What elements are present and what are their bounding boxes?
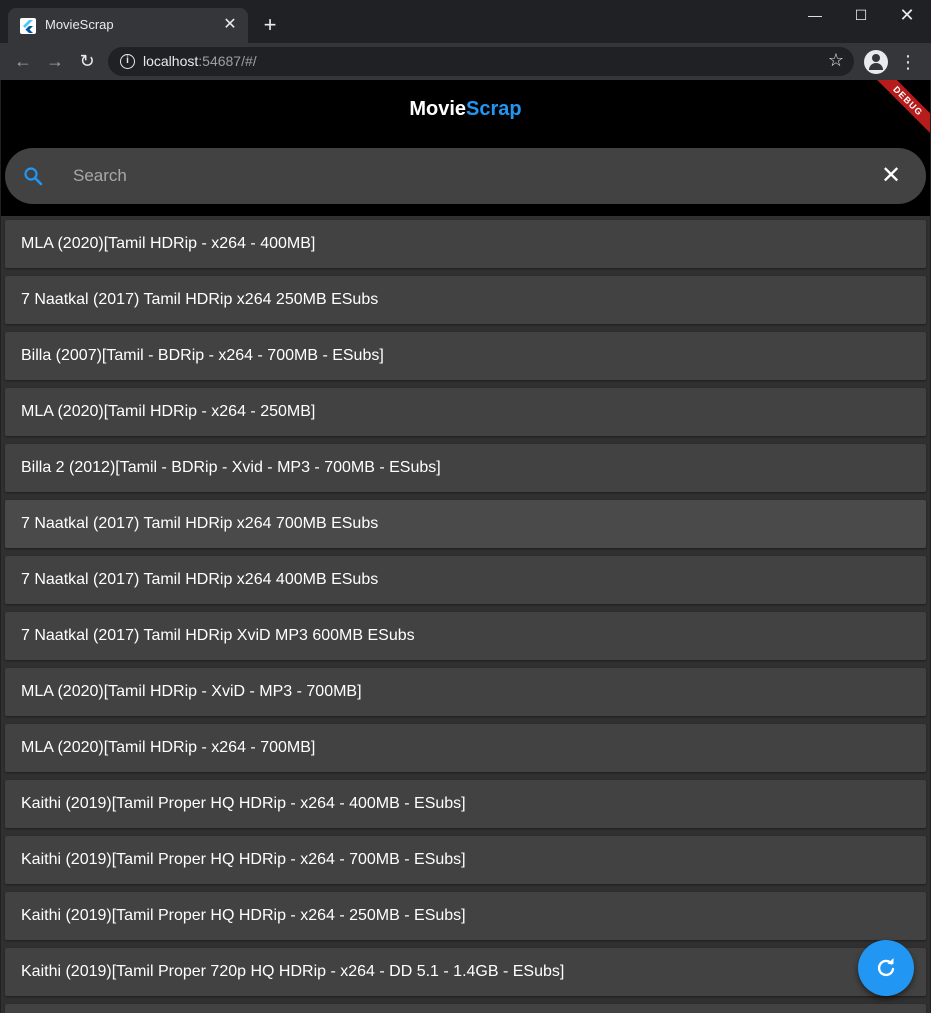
list-item[interactable]: 7 Naatkal (2017) Tamil HDRip x264 250MB …: [5, 276, 926, 324]
tab-strip: MovieScrap ✕ + — ☐ ✕: [0, 0, 931, 43]
list-item[interactable]: Kaithi (2019)[Tamil Proper HQ HDRip - x2…: [5, 892, 926, 940]
search-bar: ✕: [5, 148, 926, 204]
app-title: MovieScrap: [1, 98, 930, 121]
window-close-icon[interactable]: ✕: [884, 0, 930, 32]
app-viewport: MovieScrap DEBUG ✕ MLA (2020)[Tamil HDRi…: [1, 80, 930, 1013]
refresh-button[interactable]: [858, 940, 914, 996]
address-bar[interactable]: i localhost:54687/#/ ☆: [108, 47, 854, 76]
url-path: :54687/#/: [198, 53, 257, 69]
list-item[interactable]: Kaithi (2019)[Tamil Proper 720p HQ HDRip…: [5, 948, 926, 996]
list-item[interactable]: MLA (2020)[Tamil HDRip - x264 - 700MB]: [5, 724, 926, 772]
tab-title: MovieScrap: [45, 17, 114, 32]
list-item[interactable]: Kaithi (2019)[Tamil Proper HQ HDRip - x2…: [5, 780, 926, 828]
profile-avatar-icon[interactable]: [864, 50, 888, 74]
movie-list: MLA (2020)[Tamil HDRip - x264 - 400MB] 7…: [5, 220, 926, 1013]
list-item[interactable]: 7 Naatkal (2017) Tamil HDRip x264 700MB …: [5, 500, 926, 548]
more-menu-icon[interactable]: ⋮: [898, 49, 918, 75]
list-item[interactable]: Kaithi (2019)[Tamil Proper HQ HDRip - x2…: [5, 836, 926, 884]
tab-close-icon[interactable]: ✕: [220, 15, 240, 35]
list-item[interactable]: Billa (2007)[Tamil - BDRip - x264 - 700M…: [5, 332, 926, 380]
forward-arrow-icon[interactable]: →: [41, 47, 69, 75]
reload-icon[interactable]: ↻: [73, 47, 101, 75]
list-item[interactable]: MLA (2020)[Tamil HDRip - XviD - MP3 - 70…: [5, 668, 926, 716]
url-text: localhost:54687/#/: [143, 53, 257, 69]
list-item[interactable]: MLA (2020)[Tamil HDRip - x264 - 400MB]: [5, 220, 926, 268]
back-arrow-icon[interactable]: ←: [9, 47, 37, 75]
url-host: localhost: [143, 53, 199, 69]
list-item[interactable]: Billa 2 (2012)[Tamil - BDRip - Xvid - MP…: [5, 444, 926, 492]
new-tab-plus-icon[interactable]: +: [258, 13, 282, 37]
app-title-part2: Scrap: [466, 98, 522, 120]
list-item[interactable]: MLA (2020)[Tamil HDRip - x264 - 250MB]: [5, 388, 926, 436]
browser-tab[interactable]: MovieScrap ✕: [8, 8, 248, 43]
flutter-favicon-icon: [20, 18, 36, 34]
search-icon: [23, 166, 43, 186]
site-info-icon[interactable]: i: [120, 54, 135, 69]
bookmark-star-icon[interactable]: ☆: [828, 50, 844, 71]
window-maximize-icon[interactable]: ☐: [838, 0, 884, 32]
clear-search-icon[interactable]: ✕: [880, 164, 902, 188]
app-title-part1: Movie: [409, 98, 467, 120]
refresh-icon: [877, 958, 895, 977]
list-item[interactable]: 7 Naatkal (2017) Tamil HDRip XviD MP3 60…: [5, 612, 926, 660]
list-item[interactable]: 7 Naatkal (2017) Tamil HDRip x264 400MB …: [5, 556, 926, 604]
app-bar: MovieScrap DEBUG ✕: [1, 80, 930, 216]
browser-toolbar: ← → ↻ i localhost:54687/#/ ☆ ⋮: [0, 43, 931, 80]
search-input[interactable]: [73, 164, 853, 188]
list-item[interactable]: [5, 1004, 926, 1013]
window-minimize-icon[interactable]: —: [792, 0, 838, 32]
